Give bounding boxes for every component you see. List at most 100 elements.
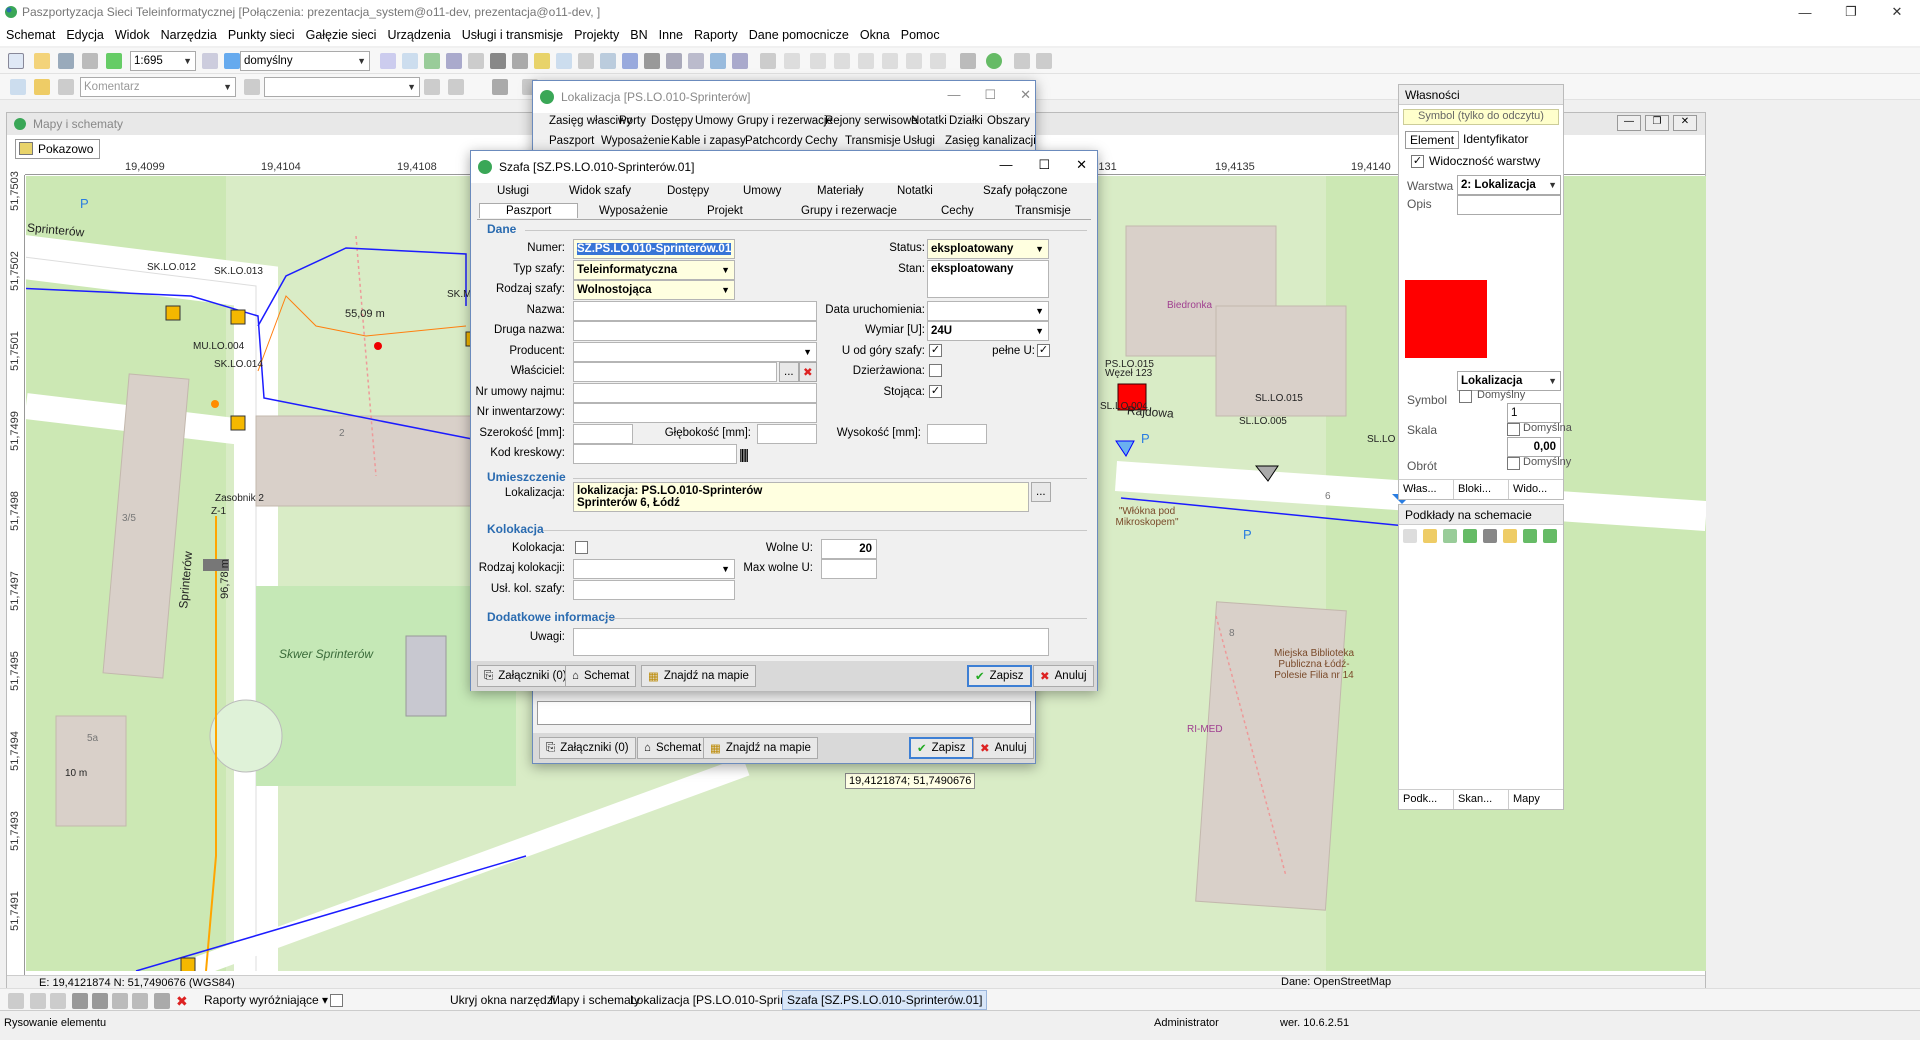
max-wolne-u-field[interactable]	[821, 559, 877, 579]
tool13-icon[interactable]	[644, 53, 660, 69]
task-tool-icon[interactable]	[112, 993, 128, 1009]
loc-tab[interactable]: Cechy	[805, 135, 838, 147]
close-icon[interactable]: ✕	[1874, 0, 1920, 24]
map-minimize-icon[interactable]: —	[1617, 115, 1641, 131]
tab-wlasnosci[interactable]: Włas...	[1399, 480, 1454, 499]
refresh-icon[interactable]	[106, 53, 122, 69]
menu-punkty[interactable]: Punkty sieci	[228, 28, 295, 42]
cab-tab-wyposazenie[interactable]: Wyposażenie	[599, 205, 668, 217]
tool8-icon[interactable]	[534, 53, 550, 69]
task-tool-icon[interactable]	[50, 993, 66, 1009]
pencil-icon[interactable]	[34, 79, 50, 95]
loc-minimize-icon[interactable]: —	[947, 87, 960, 103]
layer-visibility-checkbox[interactable]: ✓	[1411, 155, 1424, 168]
menu-narzedzia[interactable]: Narzędzia	[161, 28, 217, 42]
cab-tab-uslugi[interactable]: Usługi	[497, 185, 529, 197]
cab-minimize-icon[interactable]: —	[999, 157, 1012, 173]
arrow-icon[interactable]	[448, 79, 464, 95]
szerokosc-field[interactable]	[573, 424, 633, 444]
task-tool-icon[interactable]	[132, 993, 148, 1009]
cab-tab-projekt[interactable]: Projekt	[707, 205, 743, 217]
tool24-icon[interactable]	[906, 53, 922, 69]
loc-tab[interactable]: Usługi	[903, 135, 935, 147]
cab-tab-notatki[interactable]: Notatki	[897, 185, 933, 197]
kod-field[interactable]	[573, 444, 737, 464]
minimize-icon[interactable]: —	[1782, 0, 1828, 24]
menu-raporty[interactable]: Raporty	[694, 28, 738, 42]
dzierzawiona-checkbox[interactable]	[929, 364, 942, 377]
scale-field[interactable]: 1	[1507, 403, 1561, 423]
status-combo[interactable]: eksploatowany ▼	[927, 239, 1049, 259]
tool4-icon[interactable]	[446, 53, 462, 69]
wymiar-combo[interactable]: 24U ▼	[927, 321, 1049, 341]
symbol-default-checkbox[interactable]	[1459, 390, 1472, 403]
pelne-u-checkbox[interactable]: ✓	[1037, 344, 1050, 357]
cab-tab-cechy[interactable]: Cechy	[941, 205, 974, 217]
cab-find-on-map-button[interactable]: ▦ Znajdź na mapie	[641, 665, 756, 687]
usl-kol-field[interactable]	[573, 580, 735, 600]
tab-bloki[interactable]: Bloki...	[1454, 480, 1509, 499]
tool14-icon[interactable]	[666, 53, 682, 69]
tool27-icon[interactable]	[1014, 53, 1030, 69]
task-tool-icon[interactable]	[30, 993, 46, 1009]
symbol-combo[interactable]: Lokalizacja ▼	[1457, 371, 1561, 391]
tool6-icon[interactable]	[490, 53, 506, 69]
tool18-icon[interactable]	[760, 53, 776, 69]
backdrop-tool-icon[interactable]	[1523, 529, 1537, 543]
tool9-icon[interactable]	[556, 53, 572, 69]
task-tool-icon[interactable]	[154, 993, 170, 1009]
barcode-icon[interactable]: |||||	[739, 446, 749, 462]
layer-combo[interactable]: 2: Lokalizacja ▼	[1457, 175, 1561, 195]
cab-tab-widok[interactable]: Widok szafy	[569, 185, 631, 197]
tool15-icon[interactable]	[688, 53, 704, 69]
loc-save-button[interactable]: ✔ Zapisz	[909, 737, 974, 759]
loc-tab[interactable]: Rejony serwisowe	[825, 115, 918, 127]
line-icon[interactable]	[424, 79, 440, 95]
globe-icon[interactable]	[986, 53, 1002, 69]
tool20-icon[interactable]	[810, 53, 826, 69]
loc-tab[interactable]: Dostępy	[651, 115, 693, 127]
menu-bn[interactable]: BN	[630, 28, 647, 42]
new-icon[interactable]	[8, 53, 24, 69]
backdrop-tool-icon[interactable]	[1483, 529, 1497, 543]
loc-tab[interactable]: Zasięg kanalizacji	[945, 135, 1036, 147]
restore-icon[interactable]: ❐	[1828, 0, 1874, 24]
style-combo[interactable]: ▼	[264, 77, 420, 97]
backdrop-tool-icon[interactable]	[1543, 529, 1557, 543]
cab-close-icon[interactable]: ✕	[1076, 157, 1087, 173]
menu-schemat[interactable]: Schemat	[6, 28, 55, 42]
brush-icon[interactable]	[58, 79, 74, 95]
print-icon[interactable]	[82, 53, 98, 69]
backdrop-tool-icon[interactable]	[1443, 529, 1457, 543]
tab-widok[interactable]: Wido...	[1509, 480, 1563, 499]
loc-tab[interactable]: Transmisje	[845, 135, 901, 147]
rotation-default-checkbox[interactable]	[1507, 457, 1520, 470]
backdrop-tool-icon[interactable]	[1463, 529, 1477, 543]
rodzaj-combo[interactable]: Wolnostojąca ▼	[573, 280, 735, 300]
lock-icon[interactable]	[244, 79, 260, 95]
loc-schema-button[interactable]: ⌂ Schemat	[637, 737, 709, 759]
rotation-field[interactable]: 0,00	[1507, 437, 1561, 457]
task-item-cabinet[interactable]: Szafa [SZ.PS.LO.010-Sprinterów.01]	[782, 990, 988, 1010]
menu-pomoc[interactable]: Pomoc	[901, 28, 940, 42]
tool28-icon[interactable]	[1036, 53, 1052, 69]
menu-dane[interactable]: Dane pomocnicze	[749, 28, 849, 42]
loc-attachments-button[interactable]: ⎘ Załączniki (0)	[539, 737, 636, 759]
remove-icon[interactable]: ✖	[176, 993, 192, 1009]
open-icon[interactable]	[34, 53, 50, 69]
cab-cancel-button[interactable]: ✖ Anuluj	[1033, 665, 1094, 687]
loc-tab[interactable]: Działki	[949, 115, 983, 127]
u-od-gory-checkbox[interactable]: ✓	[929, 344, 942, 357]
hide-tools-button[interactable]: Ukryj okna narzędzi	[450, 993, 555, 1007]
tool2-icon[interactable]	[402, 53, 418, 69]
loc-maximize-icon[interactable]: ☐	[984, 87, 996, 103]
cab-tab-transmisje[interactable]: Transmisje	[1015, 205, 1071, 217]
pointer-icon[interactable]	[10, 79, 26, 95]
nazwa-field[interactable]	[573, 301, 817, 321]
loc-tab[interactable]: Paszport	[549, 135, 594, 147]
druga-nazwa-field[interactable]	[573, 321, 817, 341]
cab-tab-umowy[interactable]: Umowy	[743, 185, 781, 197]
lokalizacja-field[interactable]: lokalizacja: PS.LO.010-Sprinterów Sprinte…	[573, 482, 1029, 512]
tool10-icon[interactable]	[578, 53, 594, 69]
tool1-icon[interactable]	[380, 53, 396, 69]
